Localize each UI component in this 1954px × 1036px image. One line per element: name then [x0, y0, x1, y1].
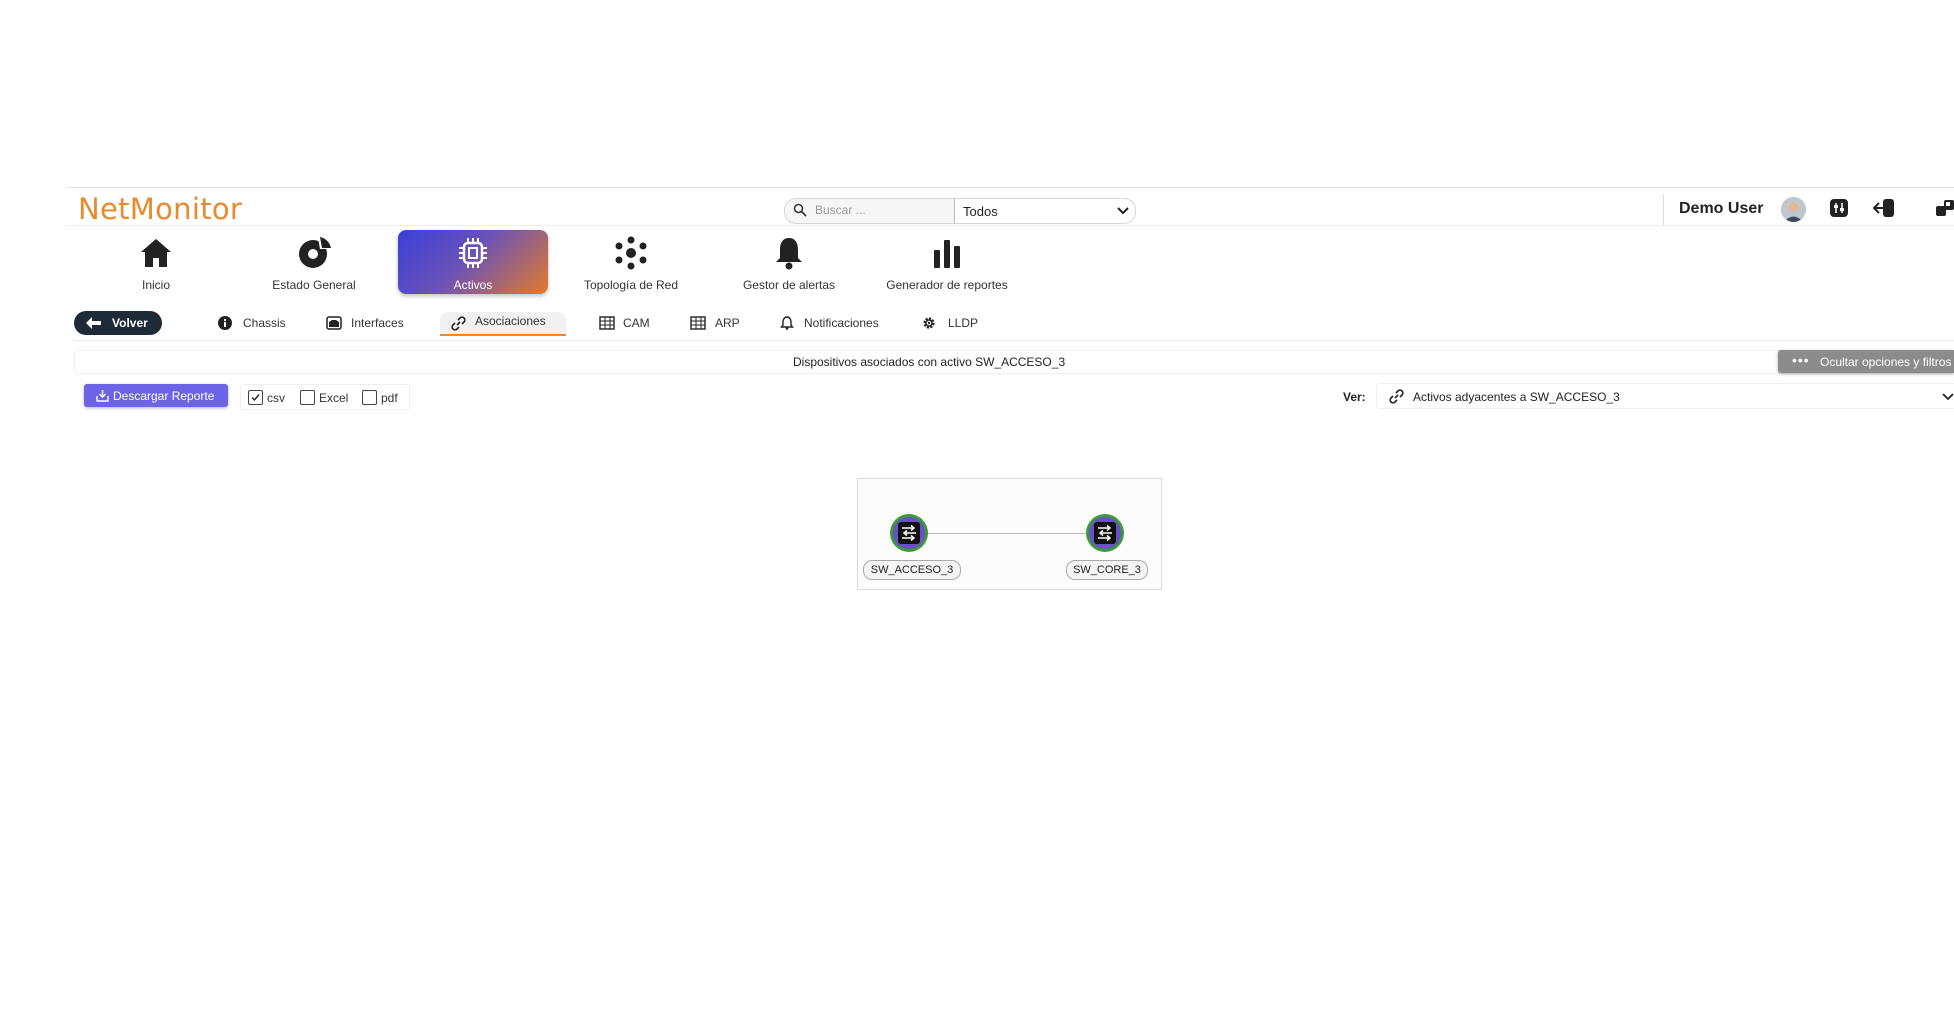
settings-sliders-icon[interactable] — [1829, 198, 1849, 218]
apps-icon[interactable] — [1934, 198, 1954, 218]
topology-icon — [615, 236, 647, 270]
avatar[interactable] — [1781, 197, 1806, 222]
format-label: Excel — [319, 391, 349, 405]
link-icon — [1389, 389, 1404, 404]
diagram-node-label: SW_ACCESO_3 — [863, 560, 961, 580]
format-options: csv Excel pdf — [240, 384, 410, 410]
subnav-divider — [74, 340, 1954, 341]
view-select-value: Activos adyacentes a SW_ACCESO_3 — [1413, 390, 1620, 404]
search-scope-select[interactable]: Todos — [954, 198, 1136, 224]
logout-icon[interactable] — [1872, 198, 1896, 218]
arrow-left-icon — [86, 317, 101, 329]
nav-item-estado-general[interactable]: Estado General — [256, 230, 372, 294]
nav-item-inicio[interactable]: Inicio — [98, 230, 214, 294]
back-button-label: Volver — [112, 316, 148, 330]
tab-arp[interactable]: ARP — [690, 312, 750, 334]
format-excel-checkbox[interactable]: Excel — [300, 390, 355, 405]
tab-label: Asociaciones — [475, 314, 546, 328]
page-title: Dispositivos asociados con activo SW_ACC… — [793, 355, 1066, 369]
tab-lldp[interactable]: LLDP — [922, 312, 986, 334]
view-select[interactable]: Activos adyacentes a SW_ACCESO_3 — [1376, 383, 1954, 409]
tab-label: Chassis — [243, 316, 286, 330]
search-box[interactable]: Buscar ... — [784, 198, 956, 224]
download-report-label: Descargar Reporte — [113, 389, 215, 403]
search-scope-value: Todos — [963, 204, 998, 219]
tab-chassis[interactable]: Chassis — [218, 312, 298, 334]
nav-item-generador-reportes[interactable]: Generador de reportes — [876, 230, 1018, 294]
chevron-down-icon — [1117, 207, 1129, 215]
chip-icon — [459, 238, 487, 268]
format-label: csv — [267, 391, 285, 405]
hide-options-label: Ocultar opciones y filtros — [1820, 355, 1952, 369]
hide-options-button[interactable]: ••• Ocultar opciones y filtros — [1778, 350, 1954, 373]
nav-item-label: Gestor de alertas — [742, 278, 836, 292]
header-divider — [1663, 194, 1664, 226]
user-avatar-icon — [1781, 197, 1806, 222]
bell-icon — [780, 316, 794, 330]
status-icon — [299, 237, 331, 268]
checkmark-icon — [251, 394, 260, 402]
bell-icon — [776, 238, 802, 270]
nav-item-activos[interactable]: Activos — [398, 230, 548, 294]
tab-asociaciones[interactable]: Asociaciones — [440, 312, 566, 336]
diagram-node-label: SW_CORE_3 — [1066, 560, 1148, 580]
nav-item-label: Inicio — [141, 278, 170, 292]
gear-icon — [923, 317, 935, 329]
nav-item-gestor-alertas[interactable]: Gestor de alertas — [730, 230, 848, 294]
tab-label: Interfaces — [351, 316, 404, 330]
switch-icon — [898, 522, 920, 544]
tab-label: Notificaciones — [804, 316, 879, 330]
chevron-down-icon — [1942, 393, 1954, 401]
app-logo[interactable]: NetMonitor — [78, 192, 242, 226]
table-icon — [599, 316, 615, 330]
tab-label: CAM — [623, 316, 650, 330]
format-label: pdf — [381, 391, 398, 405]
back-button[interactable]: Volver — [74, 311, 162, 335]
diagram-node-sw-acceso-3[interactable] — [890, 514, 928, 552]
nav-item-label: Topología de Red — [583, 278, 679, 292]
header-top-border — [66, 187, 1954, 188]
checkbox-box[interactable] — [362, 390, 377, 405]
info-icon — [218, 316, 232, 330]
panel-title-bar: Dispositivos asociados con activo SW_ACC… — [74, 350, 1954, 374]
checkbox-box[interactable] — [248, 390, 263, 405]
format-csv-checkbox[interactable]: csv — [248, 390, 293, 405]
view-label: Ver: — [1343, 390, 1366, 404]
search-input[interactable]: Buscar ... — [815, 203, 866, 217]
link-icon — [451, 316, 466, 331]
tab-notificaciones[interactable]: Notificaciones — [780, 312, 890, 334]
switch-icon — [1094, 522, 1116, 544]
interfaces-icon — [326, 316, 342, 330]
format-pdf-checkbox[interactable]: pdf — [362, 390, 407, 405]
tab-cam[interactable]: CAM — [599, 312, 659, 334]
download-report-button[interactable]: Descargar Reporte — [84, 384, 228, 407]
nav-item-label: Activos — [453, 278, 493, 292]
diagram-edge — [919, 533, 1093, 534]
header-bottom-border — [66, 225, 1954, 226]
nav-item-label: Estado General — [272, 278, 356, 292]
tab-interfaces[interactable]: Interfaces — [326, 312, 416, 334]
more-dots-icon: ••• — [1792, 352, 1810, 368]
user-name: Demo User — [1679, 200, 1764, 217]
bar-chart-icon — [934, 240, 960, 268]
home-icon — [141, 239, 171, 267]
nav-item-label: Generador de reportes — [886, 278, 1008, 292]
diagram-node-sw-core-3[interactable] — [1086, 514, 1124, 552]
tab-label: ARP — [715, 316, 740, 330]
search-icon — [793, 203, 807, 217]
nav-item-topologia[interactable]: Topología de Red — [572, 230, 690, 294]
tab-label: LLDP — [948, 316, 979, 330]
checkbox-box[interactable] — [300, 390, 315, 405]
table-icon — [690, 316, 706, 330]
download-icon — [96, 390, 109, 402]
